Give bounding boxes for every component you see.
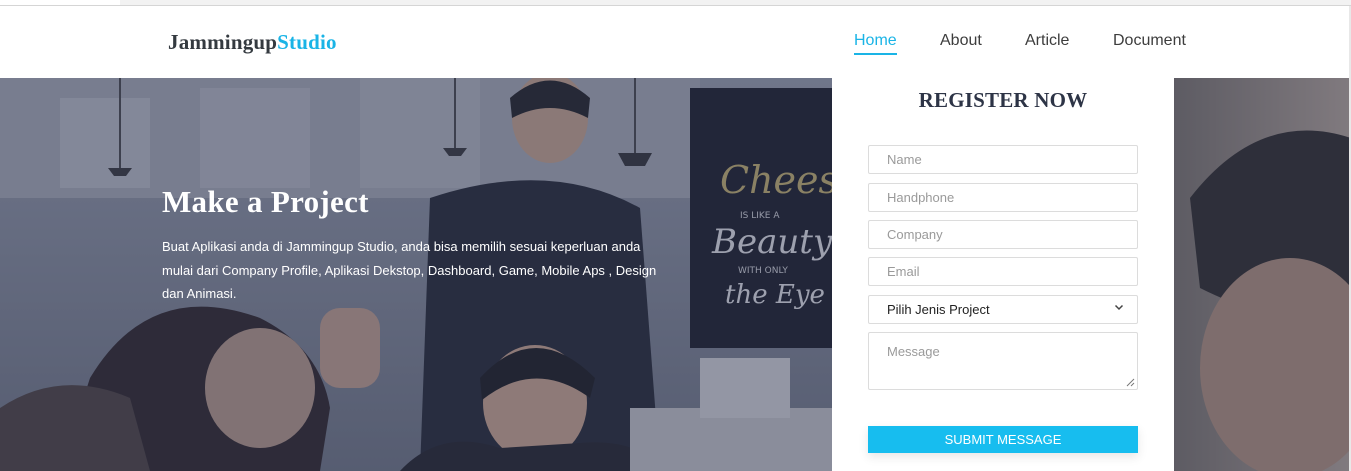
email-input[interactable] xyxy=(868,257,1138,286)
nav-home[interactable]: Home xyxy=(854,32,897,55)
nav-article[interactable]: Article xyxy=(1025,32,1069,50)
project-type-value: Pilih Jenis Project xyxy=(887,302,990,317)
chevron-down-icon xyxy=(1114,304,1124,311)
register-title: REGISTER NOW xyxy=(918,88,1088,112)
nav-about[interactable]: About xyxy=(940,32,982,50)
main-nav: Home About Article Document xyxy=(0,32,1351,62)
hero-description: Buat Aplikasi anda di Jammingup Studio, … xyxy=(162,239,657,301)
resize-grip-icon[interactable] xyxy=(1126,378,1135,387)
nav-document[interactable]: Document xyxy=(1113,32,1186,50)
message-textarea[interactable]: Message xyxy=(868,332,1138,390)
message-placeholder: Message xyxy=(887,344,940,359)
submit-button[interactable]: SUBMIT MESSAGE xyxy=(868,426,1138,453)
handphone-input[interactable] xyxy=(868,183,1138,212)
project-type-select[interactable]: Pilih Jenis Project xyxy=(868,295,1138,324)
hero-title: Make a Project xyxy=(162,184,369,219)
register-form: REGISTER NOW Pilih Jenis Project Message… xyxy=(832,78,1174,471)
name-input[interactable] xyxy=(868,145,1138,174)
navbar: JammingupStudio Home About Article Docum… xyxy=(0,6,1351,78)
top-strip-shade xyxy=(120,0,1351,5)
company-input[interactable] xyxy=(868,220,1138,249)
